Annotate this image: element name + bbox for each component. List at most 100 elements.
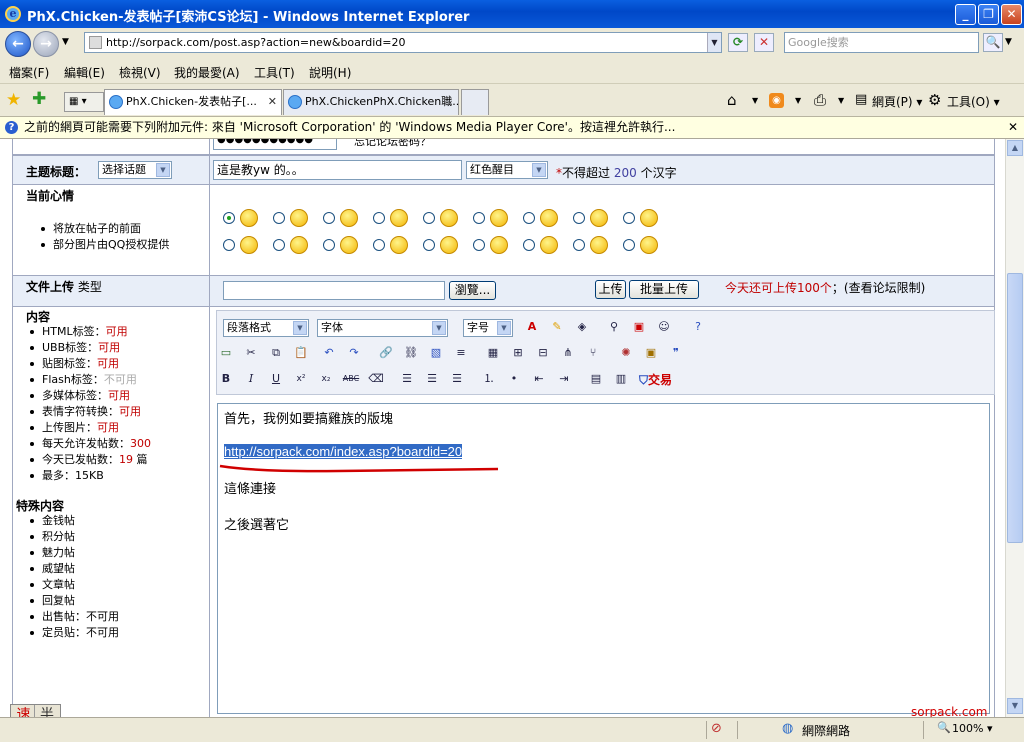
batch-upload-button[interactable]: 批量上传 <box>629 280 699 299</box>
mood-radio[interactable] <box>573 239 585 251</box>
popup-blocked-icon[interactable]: ⊘ <box>711 721 722 736</box>
subscript-icon[interactable]: x₂ <box>317 370 335 388</box>
menu-help[interactable]: 說明(H) <box>309 64 351 81</box>
scroll-thumb[interactable] <box>1007 273 1023 543</box>
preview-icon[interactable]: ▥ <box>612 370 630 388</box>
mood-radio[interactable] <box>223 239 235 251</box>
mood-radio[interactable] <box>273 239 285 251</box>
emoticon-icon[interactable]: ☺ <box>655 318 673 336</box>
special-content-item[interactable]: 定员贴：不可用 <box>26 625 119 641</box>
paste-icon[interactable]: 📋 <box>292 344 310 362</box>
search-icon[interactable]: 🔍 <box>983 33 1003 52</box>
topic-select[interactable]: 选择话题 ▼ <box>98 161 172 179</box>
browse-button[interactable]: 瀏覽... <box>449 281 496 300</box>
media-icon[interactable]: ▣ <box>630 318 648 336</box>
menu-tools[interactable]: 工具(T) <box>254 64 295 81</box>
mood-radio[interactable] <box>623 239 635 251</box>
split-cells-icon[interactable]: ⑂ <box>584 344 602 362</box>
align-right-icon[interactable]: ☰ <box>448 370 466 388</box>
close-window-button[interactable]: ✕ <box>1001 4 1022 25</box>
horizontal-rule-icon[interactable]: ≡ <box>452 344 470 362</box>
find-icon[interactable]: ⚲ <box>605 318 623 336</box>
highlight-icon[interactable]: ✎ <box>548 318 566 336</box>
stop-icon[interactable]: ✕ <box>754 33 774 52</box>
mood-radio[interactable] <box>323 239 335 251</box>
scroll-up-icon[interactable]: ▲ <box>1007 140 1023 156</box>
ime-speed-button[interactable]: 速 <box>13 705 35 717</box>
outdent-icon[interactable]: ⇤ <box>530 370 548 388</box>
editor-link[interactable]: http://sorpack.com/index.asp?boardid=20 <box>224 444 463 459</box>
mood-radio[interactable] <box>373 212 385 224</box>
insert-image-icon[interactable]: ▧ <box>427 344 445 362</box>
insert-table-icon[interactable]: ▦ <box>484 344 502 362</box>
mood-radio[interactable] <box>473 212 485 224</box>
indent-icon[interactable]: ⇥ <box>555 370 573 388</box>
color-select[interactable]: 红色醒目 ▼ <box>466 161 548 179</box>
mood-radio[interactable] <box>223 212 235 224</box>
feed-dropdown-icon[interactable]: ▼ <box>795 96 801 105</box>
help-icon[interactable]: ? <box>689 318 707 336</box>
align-center-icon[interactable]: ☰ <box>423 370 441 388</box>
vertical-scrollbar[interactable]: ▲ ▼ <box>1005 139 1024 717</box>
clear-format-icon[interactable]: ◈ <box>573 318 591 336</box>
bold-icon[interactable]: B <box>217 370 235 388</box>
insert-media-icon[interactable]: ▣ <box>642 344 660 362</box>
menu-file[interactable]: 檔案(F) <box>9 64 49 81</box>
special-content-item[interactable]: 出售帖：不可用 <box>26 609 119 625</box>
add-favorite-icon[interactable]: ✚ <box>32 89 46 109</box>
mood-radio[interactable] <box>523 212 535 224</box>
favorites-star-icon[interactable]: ★ <box>6 90 21 110</box>
menu-favorites[interactable]: 我的最愛(A) <box>174 64 240 81</box>
special-content-item[interactable]: 回复帖 <box>26 593 119 609</box>
insert-row-icon[interactable]: ⊞ <box>509 344 527 362</box>
unlink-icon[interactable]: ⛓ <box>402 344 420 362</box>
maximize-button[interactable]: ❐ <box>978 4 999 25</box>
superscript-icon[interactable]: x² <box>292 370 310 388</box>
upload-file-input[interactable] <box>223 281 445 300</box>
page-menu[interactable]: 網頁(P) ▾ <box>872 93 922 110</box>
font-color-icon[interactable]: A <box>523 318 541 336</box>
mood-radio[interactable] <box>573 212 585 224</box>
subject-input[interactable]: 這是教yw 的。。 <box>213 160 462 180</box>
numbered-list-icon[interactable]: ⒈ <box>480 370 498 388</box>
search-input[interactable]: Google搜索 <box>784 32 979 53</box>
mood-radio[interactable] <box>273 212 285 224</box>
mood-radio[interactable] <box>523 239 535 251</box>
minimize-button[interactable]: _ <box>955 4 976 25</box>
mood-radio[interactable] <box>423 239 435 251</box>
information-bar[interactable]: ? 之前的網頁可能需要下列附加元件: 來自 'Microsoft Corpora… <box>0 117 1024 139</box>
close-tab-icon[interactable]: ✕ <box>268 90 277 114</box>
forward-button[interactable]: → <box>33 31 59 57</box>
mood-radio[interactable] <box>373 239 385 251</box>
special-content-item[interactable]: 积分帖 <box>26 529 119 545</box>
insert-column-icon[interactable]: ⊟ <box>534 344 552 362</box>
special-content-item[interactable]: 金钱帖 <box>26 513 119 529</box>
special-content-item[interactable]: 魅力帖 <box>26 545 119 561</box>
mood-radio[interactable] <box>623 212 635 224</box>
ime-halfwidth-button[interactable]: 半 <box>36 705 58 717</box>
font-select[interactable]: 字体 ▼ <box>317 319 448 337</box>
copy-icon[interactable]: ⧉ <box>267 344 285 362</box>
insert-page-icon[interactable]: ▤ <box>587 370 605 388</box>
print-icon[interactable]: ⎙ <box>814 91 826 109</box>
rss-feed-icon[interactable]: ◉ <box>769 93 784 108</box>
back-button[interactable]: ← <box>5 31 31 57</box>
forgot-password-link[interactable]: 忘记论坛密码？ <box>354 139 431 149</box>
search-options-icon[interactable]: ▼ <box>1005 37 1012 47</box>
merge-cells-icon[interactable]: ⋔ <box>559 344 577 362</box>
tab-post[interactable]: PhX.Chicken-发表帖子[... ✕ <box>104 89 282 115</box>
bullet-list-icon[interactable]: • <box>505 370 523 388</box>
special-content-item[interactable]: 威望帖 <box>26 561 119 577</box>
align-left-icon[interactable]: ☰ <box>398 370 416 388</box>
password-input[interactable]: ●●●●●●●●●●● <box>213 139 337 150</box>
zoom-level[interactable]: 100% ▾ <box>952 722 992 735</box>
cut-icon[interactable]: ✂ <box>242 344 260 362</box>
tab-board[interactable]: PhX.ChickenPhX.Chicken職... <box>283 89 459 115</box>
strikethrough-icon[interactable]: ABC <box>342 370 360 388</box>
window-title-bar[interactable]: e PhX.Chicken-发表帖子[索沛CS论坛] - Windows Int… <box>0 0 1024 28</box>
mood-radio[interactable] <box>423 212 435 224</box>
address-dropdown-icon[interactable]: ▼ <box>707 33 721 52</box>
insert-link-icon[interactable]: 🔗 <box>377 344 395 362</box>
underline-icon[interactable]: U <box>267 370 285 388</box>
home-dropdown-icon[interactable]: ▼ <box>752 96 758 105</box>
